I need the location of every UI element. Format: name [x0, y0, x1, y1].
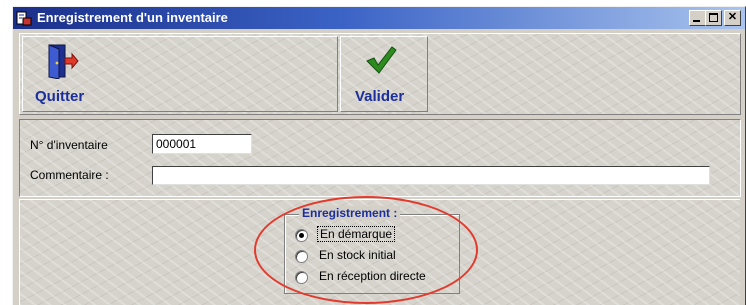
app-icon: [16, 11, 32, 26]
inventory-form-panel: N° d'inventaire Commentaire :: [19, 119, 741, 197]
close-button[interactable]: ✕: [724, 10, 741, 26]
options-area: Enregistrement : En démarque En stock in…: [19, 199, 740, 305]
comment-field[interactable]: [152, 166, 710, 185]
checkmark-icon: [366, 46, 397, 74]
quit-label: Quitter: [35, 88, 85, 105]
radio-label: En stock initial: [319, 248, 396, 262]
quit-button[interactable]: Quitter: [22, 36, 338, 112]
maximize-button[interactable]: [705, 10, 722, 26]
radio-label: En démarque: [317, 226, 396, 242]
validate-label: Valider: [355, 88, 405, 105]
inventory-window: Enregistrement d'un inventaire ✕ Quitter…: [12, 6, 746, 305]
inventory-number-label: N° d'inventaire: [30, 138, 108, 152]
exit-door-icon: [48, 44, 79, 79]
toolbar: Quitter Valider: [19, 33, 741, 115]
radio-selected-icon[interactable]: [295, 229, 308, 242]
radio-unselected-icon[interactable]: [295, 250, 308, 263]
inventory-number-field[interactable]: [152, 134, 252, 154]
title-bar[interactable]: Enregistrement d'un inventaire ✕: [13, 7, 745, 29]
registration-group-title: Enregistrement :: [299, 206, 401, 220]
radio-label: En réception directe: [319, 269, 426, 283]
registration-groupbox: Enregistrement : En démarque En stock in…: [284, 206, 460, 294]
radio-unselected-icon[interactable]: [295, 271, 308, 284]
comment-label: Commentaire :: [30, 168, 109, 182]
minimize-button[interactable]: [689, 10, 706, 26]
window-title: Enregistrement d'un inventaire: [37, 10, 228, 25]
validate-button[interactable]: Valider: [340, 36, 428, 112]
